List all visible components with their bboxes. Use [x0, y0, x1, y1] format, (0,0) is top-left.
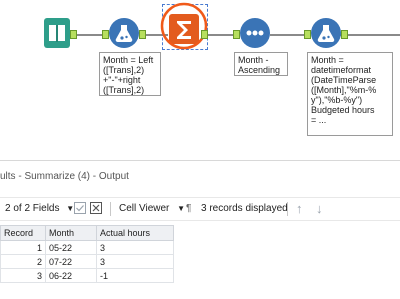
column-header-record[interactable]: Record — [0, 225, 46, 241]
arrow-up-icon[interactable]: ↑ — [296, 198, 303, 220]
record-cell[interactable]: 1 — [0, 240, 46, 255]
month-cell[interactable]: 06-22 — [45, 268, 97, 283]
input-anchor[interactable] — [102, 30, 109, 39]
cell-viewer-dropdown[interactable]: Cell Viewer ▼ — [119, 198, 185, 220]
table-row[interactable]: 2 07-22 3 — [0, 254, 174, 269]
results-panel: ults - Summarize (4) - Output 2 of 2 Fie… — [0, 160, 400, 299]
table-row[interactable]: 1 05-22 3 — [0, 240, 174, 255]
output-anchor[interactable] — [70, 30, 77, 39]
hours-cell[interactable]: 3 — [96, 254, 174, 269]
input-anchor[interactable] — [304, 30, 311, 39]
column-header-actual-hours[interactable]: Actual hours — [96, 225, 174, 241]
formula-date-annotation: Month = datetimeformat (DateTimeParse ([… — [307, 52, 393, 136]
table-header: Record Month Actual hours — [0, 225, 174, 241]
record-cell[interactable]: 3 — [0, 268, 46, 283]
highlight-circle-icon — [160, 2, 208, 50]
toolbar-separator — [110, 202, 111, 216]
formula-tool-month[interactable] — [109, 18, 139, 48]
records-status: 3 records displayed — [201, 203, 288, 214]
column-header-month[interactable]: Month — [45, 225, 97, 241]
hours-cell[interactable]: -1 — [96, 268, 174, 283]
clear-icon[interactable] — [90, 198, 102, 220]
table-row[interactable]: 3 06-22 -1 — [0, 268, 174, 283]
sort-icon — [240, 18, 270, 48]
sort-tool[interactable] — [240, 18, 270, 48]
sort-annotation: Month - Ascending — [234, 52, 288, 76]
month-cell[interactable]: 07-22 — [45, 254, 97, 269]
flask-icon — [311, 18, 341, 48]
formula-tool-date[interactable] — [311, 18, 341, 48]
input-anchor[interactable] — [233, 30, 240, 39]
month-cell[interactable]: 05-22 — [45, 240, 97, 255]
formula-annotation: Month = Left ([Trans],2) +"-"+right ([Tr… — [99, 52, 161, 96]
book-icon — [44, 18, 70, 48]
results-table: Record Month Actual hours 1 05-22 3 2 07… — [0, 225, 174, 283]
chevron-down-icon: ▼ — [66, 204, 75, 213]
arrow-down-icon[interactable]: ↓ — [316, 198, 323, 220]
checkmark-icon[interactable] — [74, 198, 86, 220]
pilcrow-icon[interactable]: ¶ — [186, 198, 191, 220]
fields-selector[interactable]: 2 of 2 Fields ▼ — [5, 198, 74, 220]
output-anchor[interactable] — [201, 30, 208, 39]
workflow-canvas[interactable]: Month = Left ([Trans],2) +"-"+right ([Tr… — [0, 0, 400, 160]
cell-viewer-label: Cell Viewer — [119, 203, 170, 214]
input-data-tool[interactable] — [44, 18, 70, 48]
chevron-down-icon: ▼ — [177, 204, 186, 213]
output-anchor[interactable] — [341, 30, 348, 39]
flask-icon — [109, 18, 139, 48]
results-title: ults - Summarize (4) - Output — [0, 171, 129, 182]
toolbar-separator — [287, 202, 288, 216]
results-toolbar: 2 of 2 Fields ▼ Cell Viewer ▼ ¶ 3 record… — [0, 197, 400, 221]
fields-selector-label: 2 of 2 Fields — [5, 203, 60, 214]
hours-cell[interactable]: 3 — [96, 240, 174, 255]
record-cell[interactable]: 2 — [0, 254, 46, 269]
connector-5 — [340, 34, 400, 36]
output-anchor[interactable] — [139, 30, 146, 39]
